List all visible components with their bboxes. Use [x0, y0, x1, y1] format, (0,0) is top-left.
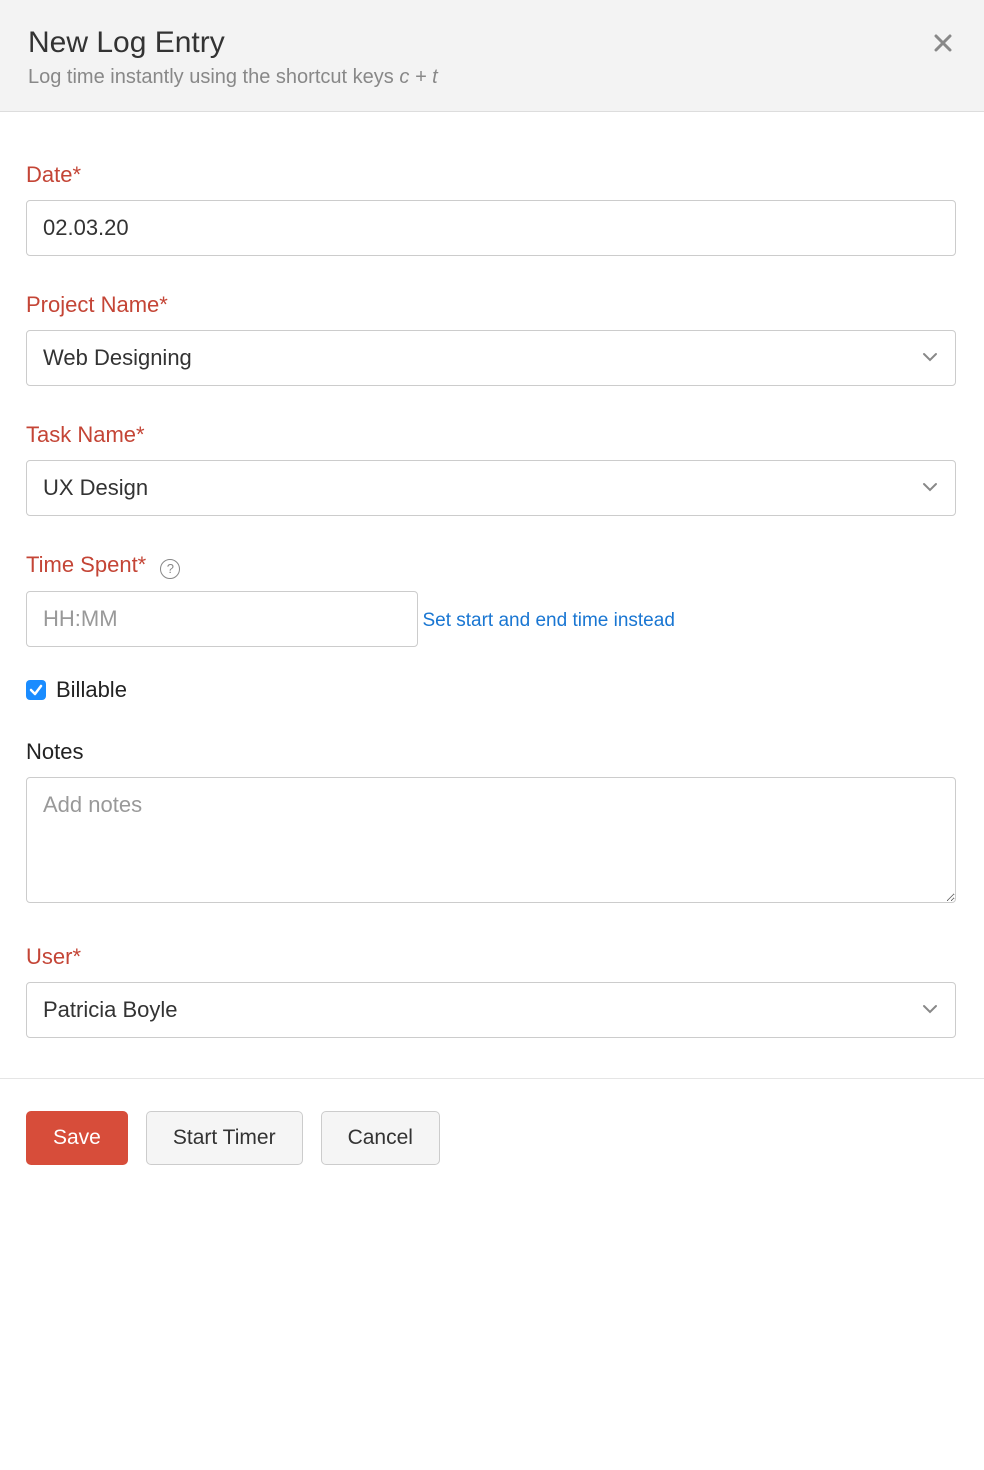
project-label: Project Name* — [26, 292, 956, 318]
project-select[interactable] — [26, 330, 956, 386]
notes-field: Notes — [26, 739, 956, 908]
form-body: Date* Project Name* Task Name* Time Spen… — [0, 112, 984, 1078]
set-start-end-link[interactable]: Set start and end time instead — [422, 610, 674, 632]
dialog-header: New Log Entry Log time instantly using t… — [0, 0, 984, 112]
date-field: Date* — [26, 162, 956, 256]
date-input[interactable] — [26, 200, 956, 256]
notes-textarea[interactable] — [26, 777, 956, 903]
cancel-button[interactable]: Cancel — [321, 1111, 440, 1165]
shortcut-text: c + t — [399, 66, 437, 88]
time-spent-input[interactable] — [26, 591, 418, 647]
task-label: Task Name* — [26, 422, 956, 448]
user-field: User* — [26, 944, 956, 1038]
task-field: Task Name* — [26, 422, 956, 516]
user-value[interactable] — [26, 982, 956, 1038]
dialog-title: New Log Entry — [28, 26, 954, 60]
time-spent-field: Time Spent* ? Set start and end time ins… — [26, 552, 956, 647]
project-field: Project Name* — [26, 292, 956, 386]
task-value[interactable] — [26, 460, 956, 516]
user-select[interactable] — [26, 982, 956, 1038]
billable-checkbox[interactable] — [26, 680, 46, 700]
user-label: User* — [26, 944, 956, 970]
project-value[interactable] — [26, 330, 956, 386]
task-select[interactable] — [26, 460, 956, 516]
billable-field: Billable — [26, 677, 956, 703]
close-icon — [934, 28, 952, 58]
help-icon[interactable]: ? — [160, 553, 180, 579]
date-label: Date* — [26, 162, 956, 188]
time-spent-label: Time Spent* ? — [26, 552, 956, 579]
save-button[interactable]: Save — [26, 1111, 128, 1165]
close-button[interactable] — [934, 28, 952, 59]
dialog-subtitle: Log time instantly using the shortcut ke… — [28, 66, 954, 89]
time-spent-label-text: Time Spent* — [26, 552, 146, 577]
dialog-footer: Save Start Timer Cancel — [0, 1078, 984, 1205]
notes-label: Notes — [26, 739, 956, 765]
start-timer-button[interactable]: Start Timer — [146, 1111, 303, 1165]
subtitle-text: Log time instantly using the shortcut ke… — [28, 66, 399, 88]
billable-label: Billable — [56, 677, 127, 703]
